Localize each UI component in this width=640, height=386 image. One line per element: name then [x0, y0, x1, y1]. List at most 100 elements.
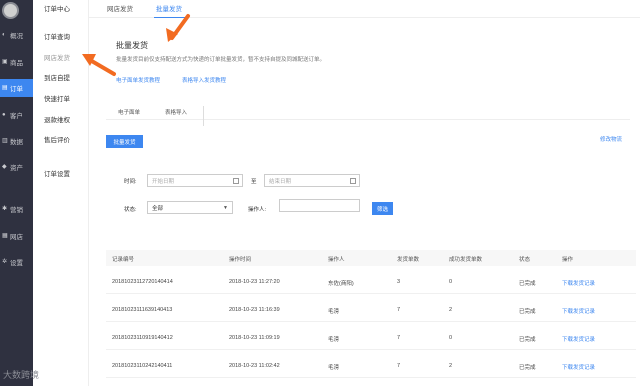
nav-item-data[interactable]: ▥ 数据 [0, 132, 33, 150]
nav-label: 商品 [10, 60, 23, 67]
subtab-import[interactable]: 表格导入 [165, 108, 187, 116]
cell-record-id: 2018102311272014041​4 [112, 279, 173, 285]
nav-item-marketing[interactable]: ✱ 营销 [0, 200, 33, 218]
col-operator: 操作人 [328, 257, 345, 263]
cell-time: 2018-10-23 11:16:39 [229, 307, 280, 313]
cell-status: 已完成 [519, 365, 536, 371]
tab-online-shipping[interactable]: 网店发货 [107, 3, 133, 13]
subnav-item-online-shipping[interactable]: 网店发货 [44, 52, 70, 62]
customer-icon: ● [2, 112, 6, 118]
cell-record-id: 20181023111639140413 [112, 307, 173, 313]
col-record-id: 记录编号 [112, 257, 135, 263]
nav-item-overview[interactable]: ◐ 概况 [0, 26, 33, 44]
status-select[interactable]: 全部 ▼ [147, 201, 233, 214]
nav-label: 客户 [10, 113, 23, 120]
cell-count: 7 [397, 307, 401, 313]
page-description: 批量发货目前仅支持配送方式为快递的订单批量发货，暂不支持自提及同城配送订单。 [116, 57, 326, 63]
cell-success: 0 [449, 335, 453, 341]
nav-label: 资产 [10, 165, 23, 172]
sub-tabs: 电子面单 表格导入 [106, 106, 630, 126]
store-icon: ▦ [2, 233, 8, 239]
nav-item-settings[interactable]: ✲ 设置 [0, 253, 33, 271]
cell-success: 0 [449, 279, 453, 285]
subnav-item-quick-print[interactable]: 快速打单 [44, 93, 70, 103]
cell-status: 已完成 [519, 309, 536, 315]
nav-label: 订单 [10, 86, 23, 93]
col-status: 状态 [519, 257, 531, 263]
status-value: 全部 [152, 205, 164, 212]
table-header: 记录编号 操作时间 操作人 发货单数 成功发货单数 状态 操作 [106, 250, 636, 266]
download-record-link[interactable]: 下载发货记录 [562, 335, 595, 343]
calendar-icon[interactable] [233, 178, 239, 184]
nav-label: 网店 [10, 234, 23, 241]
asset-icon: ◆ [2, 164, 7, 170]
subnav-item-order-query[interactable]: 订单查询 [44, 31, 70, 41]
tutorial-link-eform[interactable]: 电子面单发货教程 [116, 76, 160, 84]
table-row: 2018102311272014041​4 2018-10-23 11:27:2… [106, 270, 636, 294]
cell-operator: 东佐(商阳) [328, 281, 354, 287]
status-label: 状态: [124, 207, 137, 213]
cell-time: 2018-10-23 11:02:42 [229, 363, 280, 369]
subnav-item-aftersale[interactable]: 售后评价 [44, 134, 70, 144]
annotation-arrow-subnav [82, 54, 116, 76]
cell-operator: 毛滂 [328, 337, 340, 343]
page-title: 批量发货 [116, 41, 148, 50]
subnav-item-pickup[interactable]: 到店自提 [44, 72, 70, 82]
table-row: 20181023111639140413 2018-10-23 11:16:39… [106, 298, 636, 322]
cell-success: 2 [449, 307, 453, 313]
order-icon: ▤ [2, 85, 8, 91]
nav-label: 营销 [10, 207, 23, 214]
marketing-icon: ✱ [2, 206, 8, 212]
cell-count: 7 [397, 363, 401, 369]
operator-input[interactable] [279, 199, 360, 212]
chevron-down-icon: ▼ [223, 205, 228, 211]
annotation-arrow-tab [166, 14, 190, 42]
watermark: 大数跨境 [3, 370, 40, 380]
batch-ship-button[interactable]: 批量发货 [106, 135, 143, 148]
calendar-icon[interactable] [350, 178, 356, 184]
start-date-input[interactable]: 开始日期 [147, 174, 243, 187]
cell-record-id: 20181023110242140411 [112, 363, 173, 369]
main-nav: ◐ 概况 ▣ 商品 ▤ 订单 ● 客户 ▥ 数据 ◆ 资产 ✱ 营销 ▦ 网店 … [0, 0, 33, 386]
operator-label: 操作人: [248, 207, 267, 213]
subnav-title: 订单中心 [44, 6, 70, 13]
cell-operator: 毛滂 [328, 309, 340, 315]
col-action: 操作 [562, 257, 574, 263]
settings-icon: ✲ [2, 259, 8, 265]
nav-item-products[interactable]: ▣ 商品 [0, 53, 33, 71]
cell-record-id: 20181023110919140412 [112, 335, 173, 341]
subtab-divider [203, 106, 204, 126]
cell-operator: 毛滂 [328, 365, 340, 371]
nav-item-customers[interactable]: ● 客户 [0, 106, 33, 124]
to-label: 至 [251, 179, 257, 185]
nav-label: 概况 [10, 33, 23, 40]
table-row: 20181023110919140412 2018-10-23 11:09:19… [106, 326, 636, 350]
download-record-link[interactable]: 下载发货记录 [562, 307, 595, 315]
cell-success: 2 [449, 363, 453, 369]
subtab-eform[interactable]: 电子面单 [118, 108, 140, 116]
nav-item-assets[interactable]: ◆ 资产 [0, 158, 33, 176]
subnav-item-refund[interactable]: 退款维权 [44, 114, 70, 124]
col-success: 成功发货单数 [449, 257, 483, 263]
cell-count: 7 [397, 335, 401, 341]
download-record-link[interactable]: 下载发货记录 [562, 363, 595, 371]
nav-item-orders[interactable]: ▤ 订单 [0, 79, 33, 97]
nav-item-store[interactable]: ▦ 网店 [0, 227, 33, 245]
cell-count: 3 [397, 279, 401, 285]
data-icon: ▥ [2, 138, 8, 144]
end-date-input[interactable]: 结束日期 [264, 174, 360, 187]
end-date-placeholder: 结束日期 [269, 178, 292, 185]
tutorial-link-import[interactable]: 表格导入发货教程 [182, 76, 226, 84]
cell-status: 已完成 [519, 337, 536, 343]
cell-time: 2018-10-23 11:09:19 [229, 335, 280, 341]
cell-status: 已完成 [519, 281, 536, 287]
logo[interactable] [2, 2, 19, 19]
subnav-item-order-settings[interactable]: 订单设置 [44, 168, 70, 178]
filter-button[interactable]: 筛选 [372, 202, 393, 215]
edit-logistics-link[interactable]: 修改物流 [600, 135, 622, 143]
start-date-placeholder: 开始日期 [152, 178, 175, 185]
nav-label: 数据 [10, 139, 23, 146]
download-record-link[interactable]: 下载发货记录 [562, 279, 595, 287]
col-time: 操作时间 [229, 257, 252, 263]
col-count: 发货单数 [397, 257, 420, 263]
